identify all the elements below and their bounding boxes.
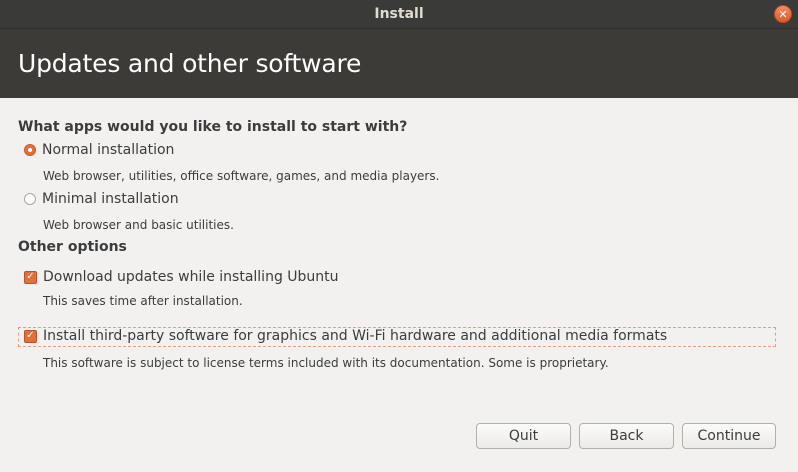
close-icon: ✕: [778, 7, 788, 21]
window-title: Install: [374, 6, 424, 22]
continue-button[interactable]: Continue: [682, 423, 776, 449]
close-button[interactable]: ✕: [774, 5, 792, 23]
third-party-software-checkbox[interactable]: ✓ Install third-party software for graph…: [24, 328, 667, 344]
download-updates-description: This saves time after installation.: [43, 294, 243, 308]
minimal-installation-radio[interactable]: Minimal installation: [24, 191, 179, 207]
quit-button[interactable]: Quit: [476, 423, 571, 449]
normal-installation-label: Normal installation: [42, 142, 175, 158]
main-content: What apps would you like to install to s…: [0, 98, 798, 472]
minimal-installation-label: Minimal installation: [42, 191, 179, 207]
radio-unselected-icon: [24, 193, 36, 205]
back-button[interactable]: Back: [579, 423, 674, 449]
checkmark-icon: ✓: [24, 270, 37, 284]
page-title: Updates and other software: [18, 49, 362, 78]
window-titlebar: Install ✕: [0, 0, 798, 29]
checkmark-icon: ✓: [24, 329, 37, 343]
minimal-installation-description: Web browser and basic utilities.: [43, 218, 234, 232]
other-options-title: Other options: [18, 239, 127, 255]
apps-section-title: What apps would you like to install to s…: [18, 119, 408, 135]
third-party-software-label: Install third-party software for graphic…: [43, 328, 668, 344]
normal-installation-description: Web browser, utilities, office software,…: [43, 169, 440, 183]
download-updates-checkbox[interactable]: ✓ Download updates while installing Ubun…: [24, 269, 339, 285]
page-header: Updates and other software: [0, 29, 798, 98]
normal-installation-radio[interactable]: Normal installation: [24, 142, 174, 158]
radio-selected-icon: [24, 144, 36, 156]
third-party-software-description: This software is subject to license term…: [43, 356, 609, 370]
download-updates-label: Download updates while installing Ubuntu: [43, 269, 339, 285]
